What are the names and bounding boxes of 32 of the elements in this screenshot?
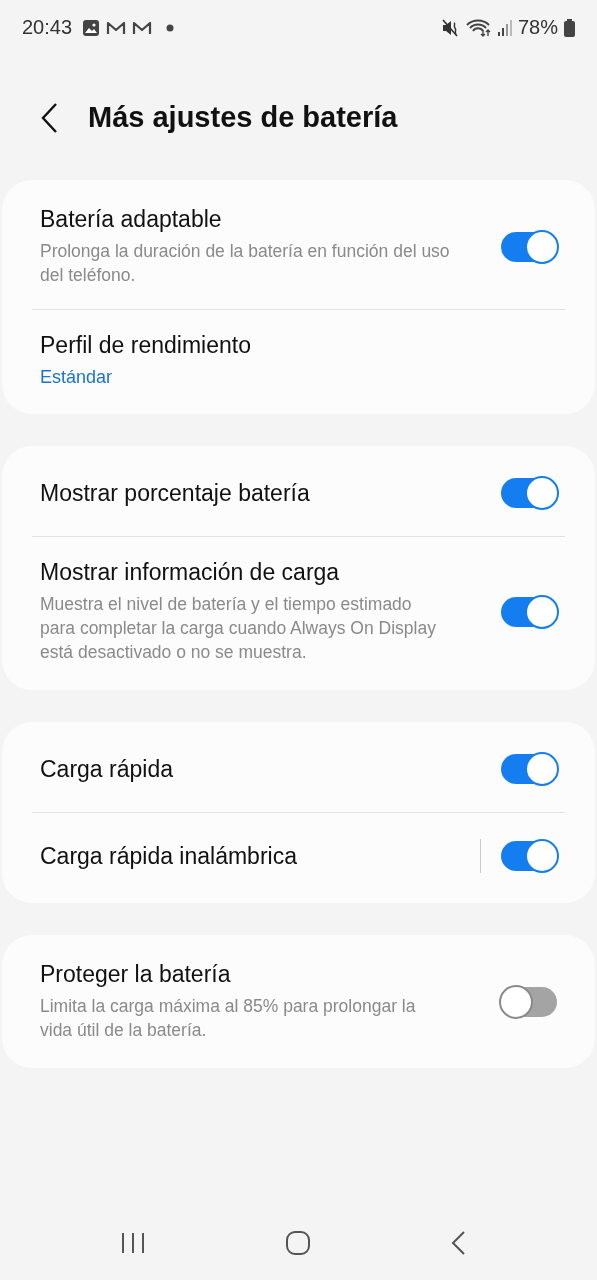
setting-description: Prolonga la duración de la batería en función del uso del teléfono.: [40, 240, 451, 287]
toggle-switch[interactable]: [501, 754, 557, 784]
home-icon[interactable]: [284, 1230, 311, 1256]
toggle-switch[interactable]: [501, 841, 557, 871]
setting-title[interactable]: Batería adaptable: [40, 206, 451, 233]
dot-icon: [166, 23, 175, 32]
page-title: Más ajustes de batería: [88, 101, 398, 134]
back-icon[interactable]: [40, 101, 60, 134]
setting-title[interactable]: Mostrar porcentaje batería: [40, 479, 451, 507]
setting-title[interactable]: Proteger la batería: [40, 961, 451, 988]
battery-icon: [564, 18, 575, 37]
setting-description: Limita la carga máxima al 85% para prolongar la vida útil de la batería.: [40, 995, 417, 1042]
setting-description: Muestra el nivel de batería y el tiempo estimado para completar la carga cuando Always On Display está desactivado o no se muestra.: [40, 593, 437, 664]
toggle-switch[interactable]: [501, 596, 557, 627]
setting-title[interactable]: Perfil de rendimiento: [40, 332, 507, 359]
setting-title[interactable]: Mostrar información de carga: [40, 559, 451, 586]
toggle-switch[interactable]: [501, 231, 557, 262]
battery-percent: 78%: [517, 16, 558, 39]
back-icon[interactable]: [449, 1230, 468, 1256]
mail-icon: [132, 19, 153, 36]
toggle-switch[interactable]: [501, 986, 557, 1017]
toggle-switch[interactable]: [501, 478, 557, 508]
setting-title[interactable]: Carga rápida: [40, 755, 451, 783]
image-icon: [82, 18, 101, 37]
recent-apps-icon[interactable]: [119, 1231, 146, 1255]
status-time: 20:43: [22, 16, 73, 39]
mute-icon: [441, 18, 460, 37]
mail-icon: [106, 19, 127, 36]
wifi-icon: [465, 18, 492, 37]
signal-icon: [497, 18, 512, 37]
setting-title[interactable]: Carga rápida inalámbrica: [40, 842, 430, 870]
setting-value: Estándar: [40, 367, 114, 388]
